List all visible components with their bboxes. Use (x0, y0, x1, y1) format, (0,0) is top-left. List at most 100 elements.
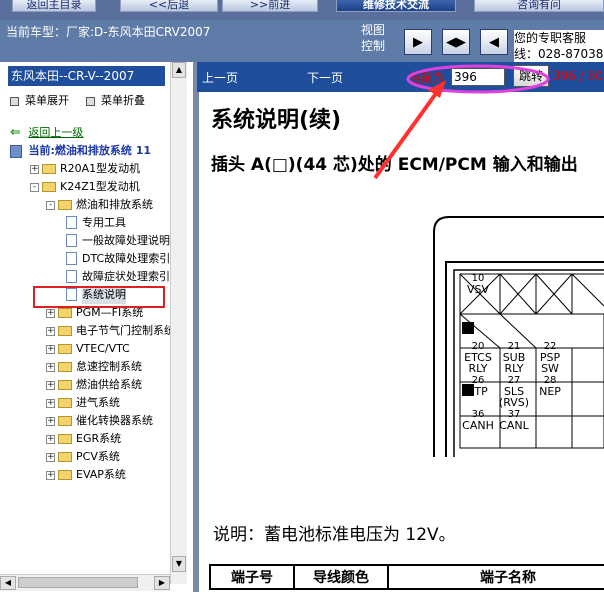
tree-item[interactable]: - K24Z1型发动机 (0, 178, 170, 196)
next-page-link[interactable]: 下一页 (307, 69, 343, 86)
folder-icon (58, 200, 72, 210)
tree-item[interactable]: 故障症状处理索引 (0, 268, 170, 286)
folder-icon (58, 452, 72, 462)
menu-expand-label: 菜单展开 (25, 94, 69, 107)
expand-node-icon[interactable]: + (46, 471, 55, 480)
tree-item[interactable]: - 燃油和排放系统 (0, 196, 170, 214)
arrows-split-icon[interactable]: ◀▶ (442, 29, 470, 55)
expand-node-icon[interactable]: + (46, 435, 55, 444)
left-panel: 东风本田--CR-V--2007 菜单展开 菜单折叠 ⇐ 返回上一级 当前:燃油… (0, 62, 193, 592)
connector-pin: 37 CANL (496, 409, 532, 431)
consult-button[interactable]: 咨询有问 (474, 0, 604, 12)
document-view: 系统说明(续) 插头 A(□)(44 芯)处的 ECM/PCM 输入和输出 10… (199, 92, 604, 592)
folder-icon (58, 308, 72, 318)
scroll-down-icon[interactable]: ▼ (172, 556, 186, 572)
folder-icon (58, 416, 72, 426)
scroll-right-icon[interactable]: ▶ (154, 576, 170, 590)
tree-item-label: 专用工具 (82, 216, 126, 229)
expand-icon (10, 96, 19, 106)
expand-node-icon[interactable]: + (30, 165, 39, 174)
tree-item[interactable]: + 燃油供给系统 (0, 376, 170, 394)
tree-item[interactable]: + 进气系统 (0, 394, 170, 412)
pin-signal-name: PSP SW (539, 351, 561, 375)
tree-item[interactable]: + VTEC/VTC (0, 340, 170, 358)
menu-collapse-button[interactable]: 菜单折叠 (86, 92, 145, 108)
customer-service-box: 您的专职客服 线：028-87038 (514, 30, 604, 62)
tree-item-label: 催化转换器系统 (76, 414, 153, 427)
info-bar: 当前车型：厂家:D-东风本田CRV2007 视图控制 ▶ ◀▶ ◀ 您的专职客服… (0, 20, 604, 62)
page-number-input[interactable] (451, 68, 505, 86)
back-up-link[interactable]: ⇐ 返回上一级 (10, 124, 83, 142)
folder-icon (58, 470, 72, 480)
scroll-left-icon[interactable]: ◀ (0, 576, 16, 590)
tree-item[interactable]: 一般故障处理说明 (0, 232, 170, 250)
expand-node-icon[interactable]: + (46, 399, 55, 408)
menu-expand-button[interactable]: 菜单展开 (10, 92, 69, 108)
back-up-label: 返回上一级 (28, 126, 84, 139)
vertical-scrollbar[interactable]: ▲ ▼ (170, 62, 187, 584)
scroll-up-icon[interactable]: ▲ (172, 62, 186, 78)
current-page-label: 当前为 (409, 71, 446, 85)
forward-button[interactable]: >>前进 (222, 0, 318, 12)
expand-node-icon[interactable]: + (46, 309, 55, 318)
tree-item-label: 怠速控制系统 (76, 360, 142, 373)
document-icon (66, 216, 77, 229)
folder-icon (58, 434, 72, 444)
expand-node-icon[interactable]: + (46, 453, 55, 462)
pin-signal-name: FTP (468, 385, 488, 398)
horizontal-scrollbar[interactable]: ◀ ▶ (0, 574, 170, 591)
terminal-table: 端子号 导线颜色 端子名称 (209, 564, 604, 590)
back-button[interactable]: <<后退 (120, 0, 218, 12)
col-terminal-no: 端子号 (209, 564, 295, 590)
collapse-node-icon[interactable]: - (30, 183, 39, 192)
scroll-thumb[interactable] (18, 577, 138, 588)
document-icon (66, 270, 77, 283)
pin-signal-name: VSV (466, 283, 490, 296)
tree-item-label: 燃油供给系统 (76, 378, 142, 391)
tree-item[interactable]: + 怠速控制系统 (0, 358, 170, 376)
tree-item[interactable]: + EGR系统 (0, 430, 170, 448)
collapse-icon (86, 96, 95, 106)
document-icon (66, 234, 77, 247)
tree-item[interactable]: + 电子节气门控制系统 (0, 322, 170, 340)
home-button[interactable]: 返回主目录 (12, 0, 96, 12)
expand-node-icon[interactable]: + (46, 417, 55, 426)
tree-item-label: 故障症状处理索引 (82, 270, 170, 283)
current-node-label: 当前:燃油和排放系统 11 (28, 144, 152, 157)
arrow-right-icon[interactable]: ▶ (404, 29, 432, 55)
page-title: 系统说明(续) (211, 108, 342, 133)
expand-node-icon[interactable]: + (46, 363, 55, 372)
pin-signal-name: SLS (RVS) (498, 385, 530, 409)
expand-node-icon[interactable]: + (46, 345, 55, 354)
current-vehicle-label: 当前车型：厂家:D-东风本田CRV2007 (6, 25, 211, 39)
selection-highlight-box (33, 286, 165, 308)
tree-item[interactable]: 专用工具 (0, 214, 170, 232)
green-arrow-icon: ⇐ (10, 125, 21, 140)
menu-tree: + R20A1型发动机 - K24Z1型发动机 - 燃油和排放系统专用工具一般故障处理说明… (0, 160, 170, 592)
folder-icon (58, 326, 72, 336)
expand-node-icon[interactable]: + (46, 381, 55, 390)
tree-item[interactable]: + PCV系统 (0, 448, 170, 466)
collapse-node-icon[interactable]: - (46, 201, 55, 210)
pin-signal-name: NEP (539, 385, 561, 398)
arrow-left-icon[interactable]: ◀ (480, 29, 508, 55)
tree-item-label: PCV系统 (76, 450, 120, 463)
top-toolbar: 返回主目录 <<后退 >>前进 维修技术交流 咨询有问 (0, 0, 604, 20)
expand-node-icon[interactable]: + (46, 327, 55, 336)
menu-collapse-label: 菜单折叠 (101, 94, 145, 107)
tree-item-label: 一般故障处理说明 (82, 234, 170, 247)
tree-item-label: EVAP系统 (76, 468, 126, 481)
current-node: 当前:燃油和排放系统 11 (10, 142, 151, 160)
folder-icon (42, 164, 56, 174)
connector-pin: 36 CANH (460, 409, 496, 431)
pin-signal-name: ETCS RLY (464, 351, 492, 375)
jump-button[interactable]: 跳转 (513, 65, 549, 87)
tree-item[interactable]: + R20A1型发动机 (0, 160, 170, 178)
prev-page-link[interactable]: 上一页 (202, 69, 238, 86)
tree-item[interactable]: DTC故障处理索引 (0, 250, 170, 268)
tree-item[interactable]: + 催化转换器系统 (0, 412, 170, 430)
tech-exchange-button[interactable]: 维修技术交流 (336, 0, 456, 12)
folder-icon (58, 362, 72, 372)
page-navigation-bar: 上一页 下一页 当前为 跳转 396 / 803 (197, 62, 604, 92)
tree-item[interactable]: + EVAP系统 (0, 466, 170, 484)
